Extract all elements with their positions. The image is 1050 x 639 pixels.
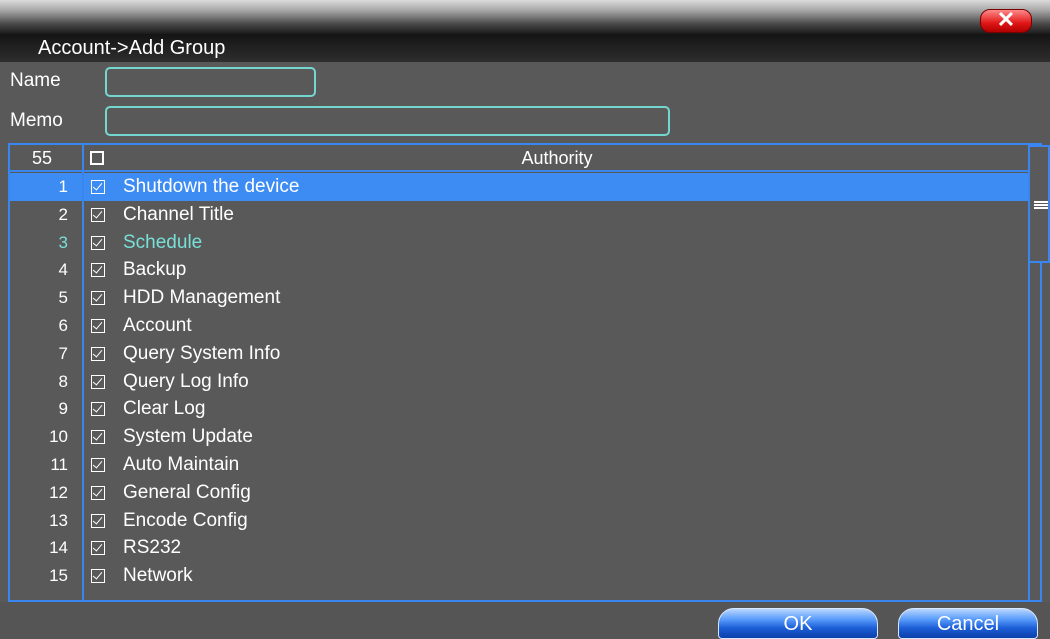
authority-label: Backup bbox=[123, 259, 187, 281]
list-item[interactable]: 12 General Config bbox=[10, 479, 1030, 507]
checkbox-checked-icon[interactable] bbox=[91, 207, 105, 222]
ok-button[interactable]: OK bbox=[718, 608, 878, 639]
checkbox-checked-icon[interactable] bbox=[91, 402, 105, 417]
column-divider bbox=[82, 145, 84, 600]
authority-label: Clear Log bbox=[123, 398, 206, 420]
checkbox-checked-icon[interactable] bbox=[91, 291, 105, 306]
row-number: 15 bbox=[49, 566, 68, 586]
row-number: 4 bbox=[58, 260, 68, 280]
row-number: 8 bbox=[58, 371, 68, 391]
row-number: 13 bbox=[49, 510, 68, 530]
memo-input[interactable] bbox=[105, 106, 670, 136]
checkbox-checked-icon[interactable] bbox=[91, 458, 105, 472]
row-number: 14 bbox=[49, 538, 68, 558]
list-item[interactable]: 6 Account bbox=[10, 312, 1030, 340]
authority-list: 55 Authority 1 Shutdown the device 2 Channe… bbox=[8, 143, 1042, 602]
authority-label: Schedule bbox=[123, 231, 203, 253]
authority-label: Query System Info bbox=[123, 342, 281, 364]
list-item[interactable]: 7 Query System Info bbox=[10, 340, 1030, 368]
authority-label: Account bbox=[123, 315, 192, 336]
list-item[interactable]: 3 Schedule bbox=[10, 229, 1030, 257]
authority-label: Network bbox=[123, 565, 193, 587]
list-item[interactable]: 8 Query Log Info bbox=[10, 368, 1030, 396]
authority-count: 55 bbox=[31, 148, 53, 168]
button-bar bbox=[0, 602, 1050, 639]
row-number: 1 bbox=[58, 177, 68, 196]
row-number: 6 bbox=[58, 316, 68, 335]
checkbox-checked-icon[interactable] bbox=[91, 569, 105, 584]
checkbox-checked-icon[interactable] bbox=[91, 235, 105, 250]
scroll-thumb[interactable] bbox=[1030, 145, 1050, 263]
checkbox-checked-icon[interactable] bbox=[91, 374, 105, 389]
memo-label: Memo bbox=[10, 110, 63, 131]
name-label: Name bbox=[10, 70, 61, 91]
row-number: 2 bbox=[58, 204, 68, 224]
list-item[interactable]: 2 Channel Title bbox=[10, 201, 1030, 229]
checkbox-checked-icon[interactable] bbox=[91, 263, 105, 278]
scroll-grip-icon bbox=[1034, 201, 1048, 209]
row-number: 10 bbox=[49, 427, 68, 447]
list-item[interactable]: 10 System Update bbox=[10, 423, 1030, 451]
list-item[interactable]: 4 Backup bbox=[10, 256, 1030, 284]
row-number: 5 bbox=[58, 288, 68, 308]
checkbox-checked-icon[interactable] bbox=[91, 346, 105, 361]
checkbox-checked-icon[interactable] bbox=[91, 485, 105, 500]
checkbox-checked-icon[interactable] bbox=[91, 180, 105, 194]
row-number: 3 bbox=[58, 232, 68, 252]
authority-label: Channel Title bbox=[123, 203, 234, 225]
row-number: 9 bbox=[58, 399, 68, 419]
list-item[interactable]: 5 HDD Management bbox=[10, 284, 1030, 312]
checkbox-checked-icon[interactable] bbox=[91, 541, 105, 556]
checkbox-checked-icon[interactable] bbox=[91, 319, 105, 333]
list-item[interactable]: 1 Shutdown the device bbox=[10, 173, 1030, 201]
list-scrollbar[interactable] bbox=[1028, 145, 1050, 600]
cancel-button[interactable]: Cancel bbox=[898, 608, 1038, 639]
name-input[interactable] bbox=[105, 67, 316, 97]
authority-label: System Update bbox=[123, 426, 253, 448]
add-group-dialog: Account->Add Group ✕ Name Memo 55 Author… bbox=[0, 0, 1050, 639]
checkbox-checked-icon[interactable] bbox=[91, 430, 105, 445]
list-item[interactable]: 11 Auto Maintain bbox=[10, 451, 1030, 479]
authority-label: General Config bbox=[123, 481, 251, 503]
authority-column-header: Authority bbox=[521, 148, 593, 168]
authority-label: Shutdown the device bbox=[123, 176, 300, 197]
list-item[interactable]: 15 Network bbox=[10, 562, 1030, 590]
row-number: 7 bbox=[58, 343, 68, 363]
list-item[interactable]: 9 Clear Log bbox=[10, 395, 1030, 423]
row-number: 11 bbox=[50, 455, 68, 474]
list-item[interactable]: 13 Encode Config bbox=[10, 507, 1030, 535]
title-bar[interactable] bbox=[0, 0, 1050, 34]
list-item[interactable]: 14 RS232 bbox=[10, 534, 1030, 562]
authority-label: Query Log Info bbox=[123, 370, 249, 392]
dialog-title: Account->Add Group bbox=[38, 37, 226, 59]
close-icon: ✕ bbox=[996, 7, 1016, 32]
authority-label: RS232 bbox=[123, 537, 182, 559]
row-number: 12 bbox=[49, 482, 68, 502]
close-button[interactable]: ✕ bbox=[980, 7, 1032, 33]
authority-label: HDD Management bbox=[123, 287, 281, 309]
authority-label: Auto Maintain bbox=[123, 454, 240, 475]
checkbox-checked-icon[interactable] bbox=[91, 513, 105, 528]
header-divider bbox=[10, 170, 1030, 172]
authority-label: Encode Config bbox=[123, 509, 248, 531]
